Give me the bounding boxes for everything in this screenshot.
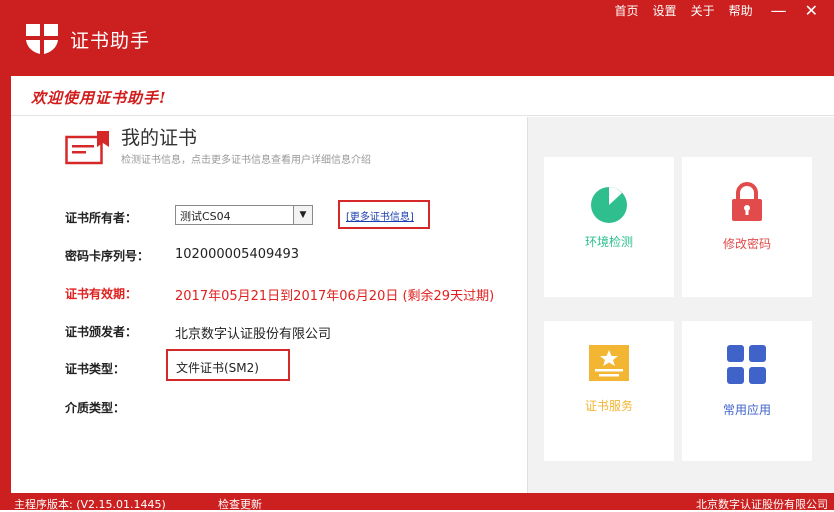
type-value: 文件证书(SM2) [176, 361, 259, 375]
nav-about[interactable]: 关于 [691, 3, 715, 19]
type-row: 证书类型： 文件证书(SM2) [65, 349, 290, 381]
my-cert-subtitle: 检测证书信息，点击更多证书信息查看用户详细信息介绍 [121, 155, 371, 166]
lock-icon [732, 182, 762, 221]
nav-home[interactable]: 首页 [615, 3, 639, 19]
change-password-tile[interactable]: 修改密码 [682, 157, 812, 297]
common-apps-tile[interactable]: 常用应用 [682, 321, 812, 461]
type-highlight: 文件证书(SM2) [166, 349, 290, 381]
owner-select[interactable]: 测试CS04 ▼ [175, 205, 313, 225]
more-cert-info-link[interactable]: [更多证书信息] [346, 208, 414, 223]
pie-chart-icon [591, 187, 627, 223]
env-check-label: 环境检测 [584, 235, 633, 249]
nav-help[interactable]: 帮助 [729, 3, 753, 19]
issuer-row: 证书颁发者： 北京数字认证股份有限公司 [65, 323, 331, 342]
status-bar: 主程序版本: (V2.15.01.1445) 检查更新 北京数字认证股份有限公司 [0, 493, 834, 511]
cert-service-label: 证书服务 [584, 399, 633, 413]
app-title: 证书助手 [70, 30, 151, 52]
close-button[interactable]: ✕ [805, 3, 818, 19]
more-info-highlight: [更多证书信息] [338, 200, 430, 229]
certificate-icon [65, 131, 109, 165]
owner-select-value: 测试CS04 [180, 210, 231, 223]
serial-label: 密码卡序列号： [65, 249, 150, 263]
minimize-button[interactable]: — [771, 3, 787, 19]
env-check-tile[interactable]: 环境检测 [544, 157, 674, 297]
medium-label: 介质类型： [65, 401, 126, 415]
welcome-text: 欢迎使用证书助手! [31, 89, 167, 107]
type-label: 证书类型： [65, 362, 126, 376]
validity-row: 证书有效期： 2017年05月21日到2017年06月20日 (剩余29天过期) [65, 285, 494, 304]
issuer-value: 北京数字认证股份有限公司 [175, 327, 332, 342]
welcome-bar: 欢迎使用证书助手! [11, 76, 834, 116]
certificate-service-icon [589, 345, 629, 381]
change-password-label: 修改密码 [722, 237, 771, 251]
cert-info-panel: 我的证书 检测证书信息，点击更多证书信息查看用户详细信息介绍 证书所有者： 测试… [11, 117, 527, 493]
common-apps-label: 常用应用 [722, 403, 771, 417]
validity-label: 证书有效期： [65, 287, 138, 301]
function-tiles-panel: 环境检测 修改密码 证书服务 常用应用 [527, 117, 834, 493]
issuer-label: 证书颁发者： [65, 325, 138, 339]
owner-row: 证书所有者： 测试CS04 ▼ [更多证书信息] [65, 200, 430, 229]
app-grid-icon [727, 345, 766, 384]
title-bar: 证书助手 首页 设置 关于 帮助 — ✕ [0, 0, 834, 76]
cert-service-tile[interactable]: 证书服务 [544, 321, 674, 461]
top-nav: 首页 设置 关于 帮助 — ✕ [601, 3, 818, 19]
owner-label: 证书所有者： [65, 211, 138, 225]
my-cert-title: 我的证书 [121, 127, 198, 149]
serial-value: 102000005409493 [175, 247, 300, 262]
app-logo-icon [26, 24, 58, 54]
medium-row: 介质类型： [65, 399, 125, 416]
nav-settings[interactable]: 设置 [653, 3, 677, 19]
serial-row: 密码卡序列号： 102000005409493 [65, 247, 299, 264]
validity-value: 2017年05月21日到2017年06月20日 (剩余29天过期) [175, 289, 495, 304]
dropdown-arrow-icon[interactable]: ▼ [293, 206, 312, 224]
